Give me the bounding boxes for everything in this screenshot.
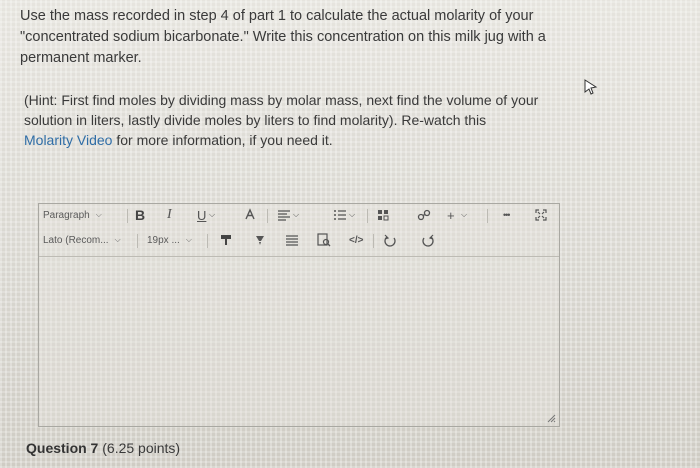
font-family-label: Lato (Recom... xyxy=(43,234,109,246)
toolbar-divider xyxy=(487,209,488,223)
chevron-down-icon: ⌵ xyxy=(95,210,102,219)
font-size-dropdown[interactable]: 19px ... ⌵ xyxy=(147,229,192,251)
bold-button[interactable]: B xyxy=(135,204,145,226)
underline-button[interactable]: U xyxy=(197,204,206,226)
editor-content-area[interactable] xyxy=(39,257,559,426)
toolbar-divider xyxy=(207,234,208,248)
editor-toolbar: Paragraph ⌵ B I U ⌵ ⌵ ⌵ + ⌵ ••• Lato (Re… xyxy=(39,204,559,257)
rich-text-editor[interactable]: Paragraph ⌵ B I U ⌵ ⌵ ⌵ + ⌵ ••• Lato (Re… xyxy=(38,203,560,427)
table-icon[interactable] xyxy=(285,229,299,251)
undo-icon[interactable] xyxy=(383,229,397,251)
chevron-down-icon[interactable]: ⌵ xyxy=(461,204,467,226)
hint-line: (Hint: First find moles by dividing mass… xyxy=(24,92,539,108)
toolbar-divider xyxy=(127,209,128,223)
toolbar-divider xyxy=(267,209,268,223)
toolbar-row: Paragraph ⌵ B I U ⌵ ⌵ ⌵ + ⌵ ••• xyxy=(39,204,559,228)
chevron-down-icon: ⌵ xyxy=(185,235,192,244)
toolbar-divider xyxy=(367,209,368,223)
instructions-line: permanent marker. xyxy=(20,50,142,66)
hint-text: (Hint: First find moles by dividing mass… xyxy=(24,90,584,150)
resize-icon[interactable] xyxy=(546,413,556,423)
paint-format-icon[interactable] xyxy=(219,229,233,251)
instructions-text: Use the mass recorded in step 4 of part … xyxy=(20,6,580,69)
molarity-video-link[interactable]: Molarity Video xyxy=(24,132,112,148)
highlighter-icon[interactable] xyxy=(253,229,267,251)
chevron-down-icon[interactable]: ⌵ xyxy=(209,204,215,226)
fullscreen-icon[interactable] xyxy=(535,204,547,226)
list-icon[interactable] xyxy=(333,204,347,226)
toolbar-divider xyxy=(137,234,138,248)
link-icon[interactable] xyxy=(417,204,431,226)
code-icon[interactable]: </> xyxy=(349,229,363,251)
question-number: Question 7 xyxy=(26,440,99,456)
cursor-icon xyxy=(584,79,598,95)
text-color-icon[interactable] xyxy=(243,204,257,226)
redo-icon[interactable] xyxy=(421,229,435,251)
toolbar-row: Lato (Recom... ⌵ 19px ... ⌵ </> xyxy=(39,229,559,253)
paragraph-format-label: Paragraph xyxy=(43,209,90,221)
font-size-label: 19px ... xyxy=(147,234,180,246)
insert-plus-button[interactable]: + xyxy=(447,204,455,226)
find-replace-icon[interactable] xyxy=(317,229,331,251)
instructions-line: Use the mass recorded in step 4 of part … xyxy=(20,8,534,24)
chevron-down-icon[interactable]: ⌵ xyxy=(293,204,299,226)
chevron-down-icon[interactable]: ⌵ xyxy=(349,204,355,226)
question-heading: Question 7 (6.25 points) xyxy=(26,440,180,456)
hint-line: solution in liters, lastly divide moles … xyxy=(24,112,487,128)
more-options-button[interactable]: ••• xyxy=(503,204,511,226)
align-icon[interactable] xyxy=(277,204,291,226)
media-icon[interactable] xyxy=(377,204,389,226)
instructions-line: "concentrated sodium bicarbonate." Write… xyxy=(20,29,546,45)
toolbar-divider xyxy=(373,234,374,248)
paragraph-format-dropdown[interactable]: Paragraph ⌵ xyxy=(43,204,102,226)
hint-line-rest: for more information, if you need it. xyxy=(112,132,333,148)
hint-line: Molarity Video for more information, if … xyxy=(24,130,584,150)
font-family-dropdown[interactable]: Lato (Recom... ⌵ xyxy=(43,229,121,251)
chevron-down-icon: ⌵ xyxy=(114,235,121,244)
italic-button[interactable]: I xyxy=(167,204,172,226)
question-points: (6.25 points) xyxy=(98,440,181,456)
